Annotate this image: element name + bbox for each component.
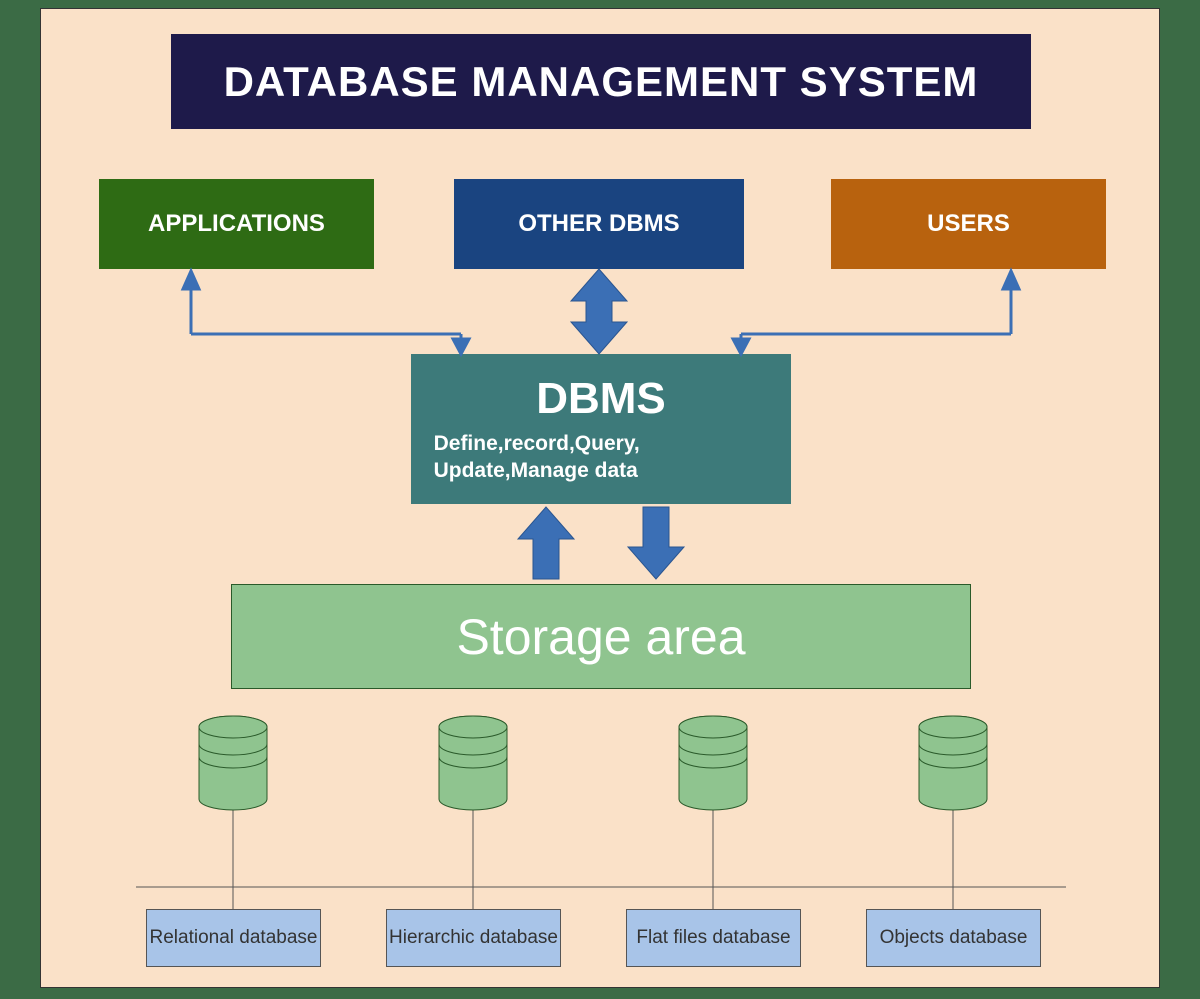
dbms-storage-down-arrow-icon: [628, 507, 684, 579]
dbms-storage-up-arrow-icon: [518, 507, 574, 579]
relational-db-label: Relational database: [146, 909, 321, 967]
other-dbms-double-arrow-icon: [571, 269, 627, 354]
other-dbms-label: OTHER DBMS: [518, 210, 679, 238]
dbms-title: DBMS: [536, 374, 666, 424]
storage-area-box: Storage area: [231, 584, 971, 689]
dbms-subtitle: Define,record,Query, Update,Manage data: [419, 430, 784, 485]
objects-db-label: Objects database: [866, 909, 1041, 967]
applications-connector: [183, 271, 469, 354]
flatfiles-db-label: Flat files database: [626, 909, 801, 967]
users-box: USERS: [831, 179, 1106, 269]
db-cylinder-2: [439, 716, 507, 810]
users-label: USERS: [927, 210, 1010, 238]
dbms-box: DBMS Define,record,Query, Update,Manage …: [411, 354, 791, 504]
title-text: DATABASE MANAGEMENT SYSTEM: [224, 58, 979, 106]
hierarchic-db-label: Hierarchic database: [386, 909, 561, 967]
applications-box: APPLICATIONS: [99, 179, 374, 269]
db-cylinder-1: [199, 716, 267, 810]
db-cylinder-4: [919, 716, 987, 810]
other-dbms-box: OTHER DBMS: [454, 179, 744, 269]
users-connector: [733, 271, 1019, 354]
applications-label: APPLICATIONS: [148, 210, 325, 238]
diagram-canvas: DATABASE MANAGEMENT SYSTEM APPLICATIONS …: [40, 8, 1160, 988]
title-banner: DATABASE MANAGEMENT SYSTEM: [171, 34, 1031, 129]
storage-label: Storage area: [456, 608, 745, 666]
db-cylinder-3: [679, 716, 747, 810]
